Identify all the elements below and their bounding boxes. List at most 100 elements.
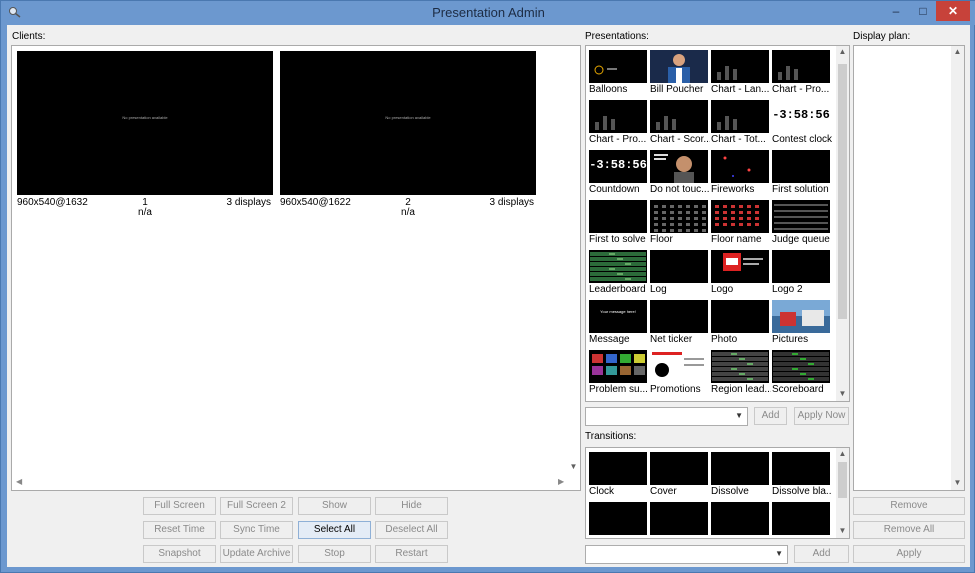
transition-tile-dissolve[interactable]: Dissolve [711,452,769,499]
presentation-tile-bill-poucher[interactable]: Bill Poucher [650,50,708,97]
transition-tile-dissolve-bla[interactable]: Dissolve bla... [772,452,832,499]
client-card-1[interactable]: No presentation available 960x540@1632 1… [17,51,273,218]
presentation-thumbnail[interactable]: -3:58:56 [589,150,647,183]
minimize-button[interactable]: – [882,1,910,21]
scroll-down-arrow-icon[interactable]: ▼ [951,478,964,487]
reset-time-button[interactable]: Reset Time [143,521,216,539]
presentation-tile-floor-name[interactable]: Floor name [711,200,769,247]
scrollbar-thumb[interactable] [838,64,847,319]
presentation-tile-scoreboard[interactable]: Scoreboard [772,350,830,397]
presentation-thumbnail[interactable] [589,250,647,283]
presentation-tile-message[interactable]: Your message here! Message [589,300,647,347]
presentation-tile-net-ticker[interactable]: Net ticker [650,300,708,347]
transition-thumbnail-partial[interactable] [711,502,769,535]
presentation-tile-do-not-touc[interactable]: Do not touc... [650,150,709,197]
transition-tile-clock[interactable]: Clock [589,452,647,499]
presentation-thumbnail[interactable] [772,150,830,183]
transition-thumbnail-partial[interactable] [589,502,647,535]
presentation-tile-chart-pro[interactable]: Chart - Pro... [772,50,830,97]
apply-button[interactable]: Apply [853,545,965,563]
sync-time-button[interactable]: Sync Time [220,521,293,539]
presentation-thumbnail[interactable] [772,200,830,233]
scroll-left-arrow-icon[interactable]: ◀ [16,477,22,486]
presentation-thumbnail[interactable] [772,350,830,383]
full-screen-2-button[interactable]: Full Screen 2 [220,497,293,515]
presentation-add-button[interactable]: Add [754,407,787,425]
restart-button[interactable]: Restart [375,545,448,563]
presentation-thumbnail[interactable] [772,300,830,333]
presentation-tile-pictures[interactable]: Pictures [772,300,830,347]
presentation-tile-leaderboard[interactable]: Leaderboard [589,250,647,297]
presentation-thumbnail[interactable] [711,350,769,383]
presentation-tile-chart-scor[interactable]: Chart - Scor... [650,100,710,147]
maximize-button[interactable]: □ [909,1,937,21]
presentation-tile-logo-2[interactable]: Logo 2 [772,250,830,297]
presentation-thumbnail[interactable] [650,50,708,83]
hide-button[interactable]: Hide [375,497,448,515]
remove-all-button[interactable]: Remove All [853,521,965,539]
full-screen-button[interactable]: Full Screen [143,497,216,515]
transitions-scrollbar[interactable]: ▲ ▼ [836,448,849,538]
presentation-tile-chart-lan[interactable]: Chart - Lan... [711,50,769,97]
client-screen[interactable]: No presentation available [280,51,536,195]
presentation-tile-region-lead[interactable]: Region lead... [711,350,771,397]
presentation-thumbnail[interactable] [711,200,769,233]
presentation-thumbnail[interactable] [589,50,647,83]
presentation-thumbnail[interactable] [650,100,708,133]
presentation-tile-chart-pro[interactable]: Chart - Pro... [589,100,647,147]
presentation-thumbnail[interactable] [589,350,647,383]
scroll-right-arrow-icon[interactable]: ▶ [558,477,564,486]
scroll-down-arrow-icon[interactable]: ▼ [836,389,849,398]
presentation-tile-balloons[interactable]: Balloons [589,50,647,97]
presentation-thumbnail[interactable]: -3:58:56 [772,100,830,133]
client-screen[interactable]: No presentation available [17,51,273,195]
presentation-thumbnail[interactable] [772,250,830,283]
transition-tile-cover[interactable]: Cover [650,452,708,499]
presentation-tile-fireworks[interactable]: Fireworks [711,150,769,197]
presentation-thumbnail[interactable] [650,250,708,283]
title-bar[interactable]: Presentation Admin – □ ✕ [1,1,975,25]
presentation-thumbnail[interactable] [650,350,708,383]
transition-thumbnail-partial[interactable] [650,502,708,535]
scroll-up-arrow-icon[interactable]: ▲ [836,449,849,458]
presentation-thumbnail[interactable]: Your message here! [589,300,647,333]
display-plan-list[interactable]: ▲ ▼ [853,45,965,491]
presentation-tile-promotions[interactable]: Promotions [650,350,708,397]
presentation-tile-problem-su[interactable]: Problem su... [589,350,648,397]
presentation-tile-logo[interactable]: Logo [711,250,769,297]
apply-now-button[interactable]: Apply Now [794,407,849,425]
transition-thumbnail[interactable] [772,452,830,485]
presentation-thumbnail[interactable] [711,300,769,333]
presentation-tile-first-to-solve[interactable]: First to solve [589,200,647,247]
presentation-tile-first-solution[interactable]: First solution [772,150,830,197]
presentations-scrollbar[interactable]: ▲ ▼ [836,46,849,401]
presentation-tile-floor[interactable]: Floor [650,200,708,247]
presentation-thumbnail[interactable] [589,100,647,133]
update-archive-button[interactable]: Update Archive [220,545,293,563]
presentation-thumbnail[interactable] [711,50,769,83]
client-card-2[interactable]: No presentation available 960x540@1622 2… [280,51,536,218]
transition-combo[interactable]: ▼ [585,545,788,564]
presentation-tile-judge-queue[interactable]: Judge queue [772,200,830,247]
scroll-up-arrow-icon[interactable]: ▲ [836,47,849,56]
presentation-tile-contest-clock[interactable]: -3:58:56 Contest clock [772,100,832,147]
display-plan-scrollbar[interactable]: ▲ ▼ [951,46,964,490]
scroll-up-arrow-icon[interactable]: ▲ [951,47,964,56]
presentation-thumbnail[interactable] [650,150,708,183]
presentation-thumbnail[interactable] [650,200,708,233]
presentation-thumbnail[interactable] [772,50,830,83]
select-all-button[interactable]: Select All [298,521,371,539]
presentation-combo[interactable]: ▼ [585,407,748,426]
presentation-tile-countdown[interactable]: -3:58:56 Countdown [589,150,647,197]
presentation-tile-photo[interactable]: Photo [711,300,769,347]
presentation-tile-chart-tot[interactable]: Chart - Tot... [711,100,769,147]
transition-thumbnail-partial[interactable] [772,502,830,535]
stop-button[interactable]: Stop [298,545,371,563]
close-button[interactable]: ✕ [936,1,970,21]
presentation-tile-log[interactable]: Log [650,250,708,297]
scroll-down-arrow-icon[interactable]: ▼ [836,526,849,535]
show-button[interactable]: Show [298,497,371,515]
presentation-thumbnail[interactable] [589,200,647,233]
presentation-thumbnail[interactable] [711,150,769,183]
presentation-thumbnail[interactable] [711,250,769,283]
